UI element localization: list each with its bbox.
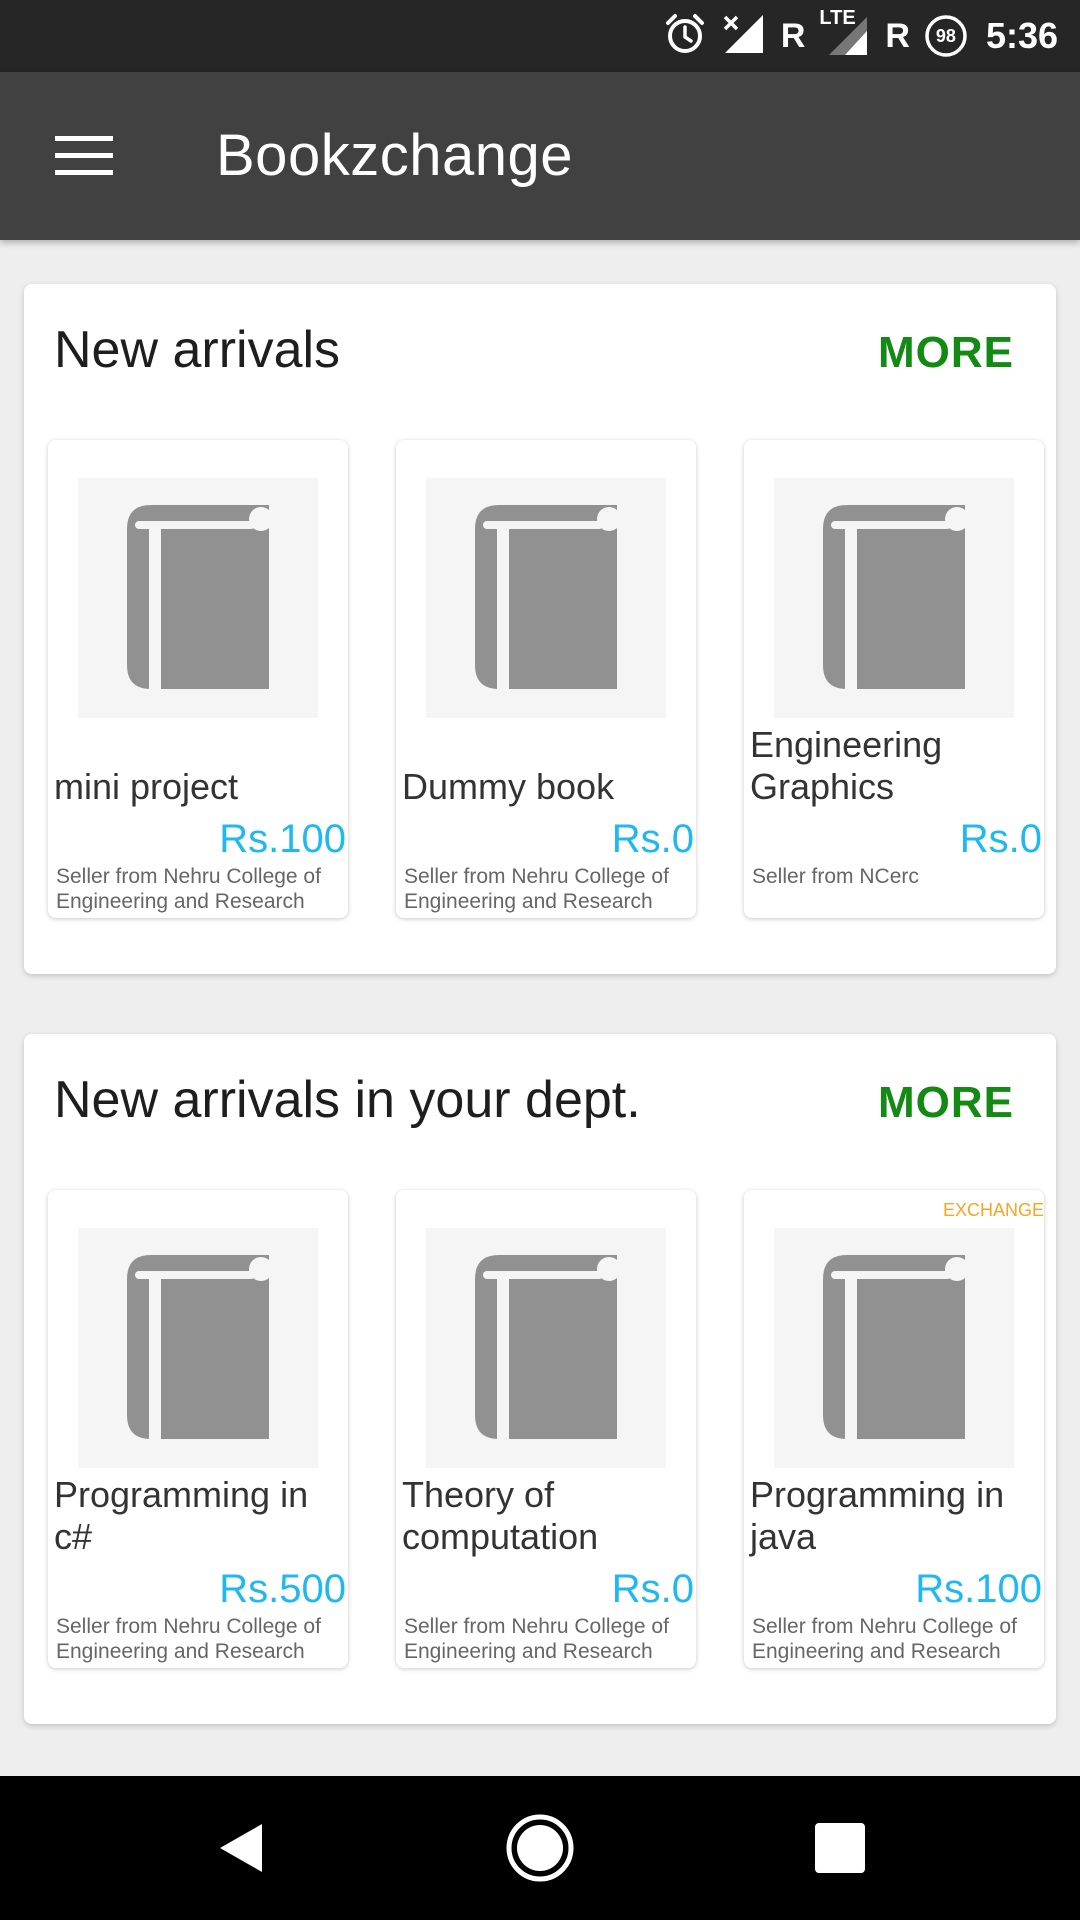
- navigation-bar: [0, 1776, 1080, 1920]
- book-card[interactable]: mini project Rs.100 Seller from Nehru Co…: [48, 440, 348, 918]
- book-card[interactable]: Engineering Graphics Rs.0 Seller from NC…: [744, 440, 1044, 918]
- book-price: Rs.0: [611, 1567, 694, 1611]
- book-icon: [823, 505, 969, 689]
- book-icon: [127, 505, 273, 689]
- book-title: mini project: [54, 766, 239, 807]
- book-cover: [774, 1228, 1014, 1468]
- book-icon: [127, 1255, 273, 1439]
- book-seller: Seller from Nehru College of Engineering…: [752, 1615, 1017, 1663]
- app-bar: Bookzchange: [0, 72, 1080, 240]
- book-title: Programming in java: [750, 1474, 1005, 1557]
- recents-button[interactable]: [796, 1804, 884, 1892]
- book-cover: [774, 478, 1014, 718]
- book-seller: Seller from Nehru College of Engineering…: [404, 865, 669, 913]
- book-seller: Seller from Nehru College of Engineering…: [404, 1615, 669, 1663]
- book-price: Rs.0: [959, 817, 1042, 861]
- more-button[interactable]: MORE: [878, 328, 1014, 378]
- book-title: Engineering Graphics: [750, 724, 943, 807]
- book-seller: Seller from Nehru College of Engineering…: [56, 1615, 321, 1663]
- app-title: Bookzchange: [216, 123, 573, 188]
- roaming-indicator-2: R: [885, 16, 910, 55]
- battery-level: 98: [935, 26, 956, 46]
- section-new-arrivals-dept: New arrivals in your dept. MORE Programm…: [24, 1034, 1056, 1724]
- book-icon: [475, 1255, 621, 1439]
- hamburger-menu-icon[interactable]: [55, 134, 113, 178]
- book-title: Dummy book: [402, 766, 615, 807]
- book-cover: [426, 1228, 666, 1468]
- roaming-indicator-1: R: [780, 16, 806, 55]
- back-icon[interactable]: [210, 1818, 270, 1878]
- battery-icon: 98: [924, 14, 968, 58]
- book-seller: Seller from Nehru College of Engineering…: [56, 865, 321, 913]
- book-icon: [475, 505, 621, 689]
- clock: 5:36: [985, 15, 1058, 56]
- book-price: Rs.100: [219, 817, 346, 861]
- status-icons: R LTE R 98 5:36: [663, 0, 1058, 72]
- book-card[interactable]: Theory of computation Rs.0 Seller from N…: [396, 1190, 696, 1668]
- book-cover: [78, 478, 318, 718]
- book-price: Rs.0: [611, 817, 694, 861]
- book-price: Rs.500: [219, 1567, 346, 1611]
- home-button[interactable]: [496, 1804, 584, 1892]
- book-card[interactable]: Programming in c# Rs.500 Seller from Neh…: [48, 1190, 348, 1668]
- menu-button[interactable]: [40, 116, 128, 196]
- book-card[interactable]: EXCHANGE Programming in java Rs.100 Sell…: [744, 1190, 1044, 1668]
- book-title: Programming in c#: [54, 1474, 309, 1557]
- more-button[interactable]: MORE: [878, 1078, 1014, 1128]
- book-card[interactable]: Dummy book Rs.0 Seller from Nehru Colleg…: [396, 440, 696, 918]
- book-icon: [823, 1255, 969, 1439]
- book-cover: [426, 478, 666, 718]
- lte-signal-icon: LTE: [819, 7, 871, 59]
- book-title: Theory of computation: [402, 1474, 599, 1557]
- home-icon[interactable]: [504, 1812, 576, 1884]
- book-cover: [78, 1228, 318, 1468]
- book-seller: Seller from NCerc: [752, 865, 919, 888]
- section-title: New arrivals: [54, 321, 341, 379]
- recents-icon[interactable]: [812, 1820, 868, 1876]
- status-bar: R LTE R 98 5:36: [0, 0, 1080, 72]
- exchange-badge: EXCHANGE: [942, 1200, 1044, 1220]
- section-new-arrivals: New arrivals MORE mini project Rs.100 Se…: [24, 284, 1056, 974]
- back-button[interactable]: [196, 1804, 284, 1892]
- section-title: New arrivals in your dept.: [54, 1071, 641, 1129]
- book-price: Rs.100: [915, 1567, 1042, 1611]
- no-signal-icon: [721, 11, 767, 62]
- alarm-icon: [663, 12, 707, 61]
